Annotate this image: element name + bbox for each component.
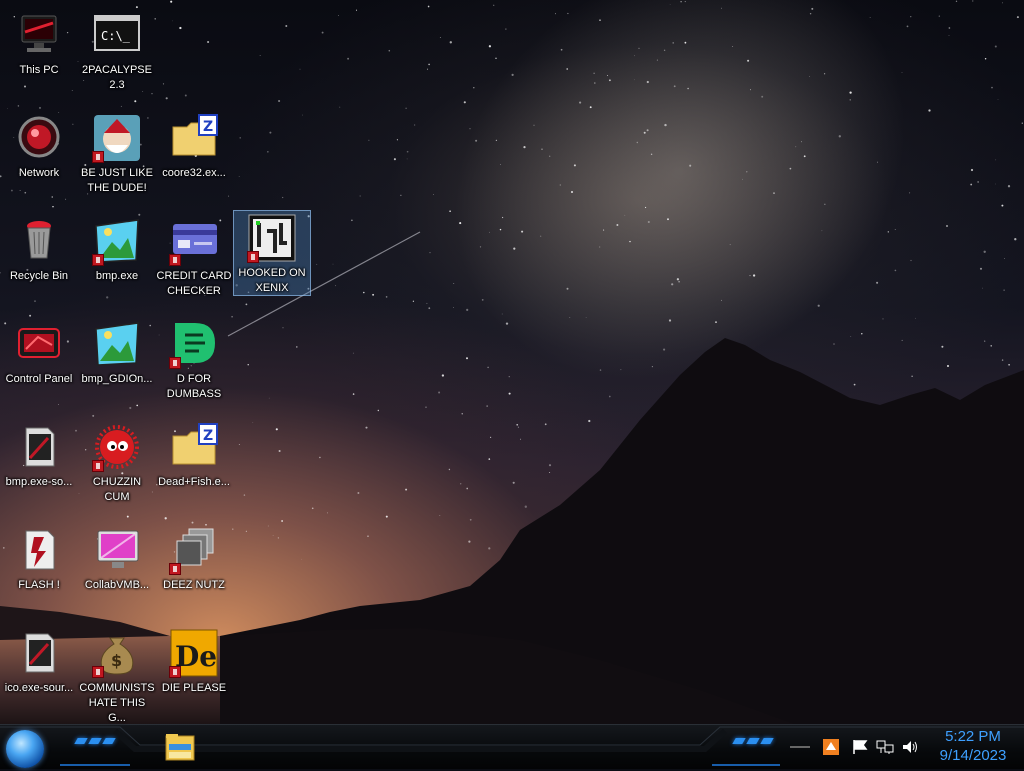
flag-icon[interactable] <box>852 739 868 755</box>
terminal-icon: C:\_ <box>92 10 142 60</box>
taskbar-accent-left <box>74 738 116 744</box>
desktop-icon-flash[interactable]: FLASH ! <box>1 523 77 593</box>
icon-label: ico.exe-sour... <box>4 682 74 694</box>
image-file-icon <box>92 216 142 266</box>
icon-label: Control Panel <box>5 373 73 385</box>
desktop-icon-recycle-bin[interactable]: Recycle Bin <box>1 214 77 284</box>
desktop-icon-ico-exe[interactable]: ico.exe-sour... <box>1 626 77 696</box>
icon-label: Recycle Bin <box>9 270 69 282</box>
maze-icon <box>247 213 297 263</box>
desktop-icon-dead-fish[interactable]: Z Dead+Fish.e... <box>156 420 232 490</box>
computer-icon <box>14 10 64 60</box>
svg-text:Z: Z <box>203 119 213 135</box>
de-logo-icon: De <box>169 628 219 678</box>
desktop-icon-be-just-like[interactable]: BE JUST LIKE THE DUDE! <box>79 111 155 196</box>
taskbar-accent-right <box>732 738 774 744</box>
money-bag-icon: $ <box>92 628 142 678</box>
recycle-bin-icon <box>14 216 64 266</box>
desktop-icon-chuzzin[interactable]: CHUZZIN CUM <box>79 420 155 505</box>
uac-shield-icon <box>169 254 181 266</box>
zip-folder-icon: Z <box>169 422 219 472</box>
control-panel-icon <box>14 319 64 369</box>
credit-card-icon <box>169 216 219 266</box>
start-button[interactable] <box>6 730 44 768</box>
uac-shield-icon <box>169 563 181 575</box>
uac-shield-icon <box>92 151 104 163</box>
desktop-icon-die-please[interactable]: De DIE PLEASE <box>156 626 232 696</box>
clock-time: 5:22 PM <box>945 728 1001 745</box>
svg-text:De: De <box>175 640 217 673</box>
red-fuzzy-creature-icon <box>92 422 142 472</box>
stacked-windows-icon <box>169 525 219 575</box>
icon-label: Network <box>18 167 60 179</box>
icon-label: CREDIT CARD CHECKER <box>156 270 232 297</box>
uac-shield-icon <box>92 460 104 472</box>
file-explorer-icon <box>165 734 195 761</box>
icon-label: This PC <box>19 64 59 76</box>
desktop-icon-coore32[interactable]: Z coore32.ex... <box>156 111 232 181</box>
desktop-icon-communists[interactable]: $ COMMUNISTS HATE THIS G... <box>79 626 155 726</box>
svg-text:Z: Z <box>203 428 213 444</box>
desktop-icon-this-pc[interactable]: This PC <box>1 8 77 78</box>
icon-label: BE JUST LIKE THE DUDE! <box>81 167 153 194</box>
show-hidden-icon[interactable] <box>790 746 810 748</box>
icon-label: coore32.ex... <box>162 167 226 179</box>
network-globe-icon <box>14 113 64 163</box>
system-tray <box>790 733 918 761</box>
uac-shield-icon <box>169 357 181 369</box>
desktop-icon-bmp-exe[interactable]: bmp.exe <box>79 214 155 284</box>
svg-text:C:\_: C:\_ <box>101 29 131 43</box>
volume-icon[interactable] <box>902 739 918 755</box>
icon-label: bmp.exe-so... <box>5 476 73 488</box>
taskbar-clock[interactable]: 5:22 PM 9/14/2023 <box>928 727 1018 765</box>
file-shortcut-icon <box>14 628 64 678</box>
taskbar-pinned-file-explorer[interactable] <box>160 730 200 766</box>
icon-label: COMMUNISTS HATE THIS G... <box>79 682 155 724</box>
icon-label: 2PACALYPSE 2.3 <box>82 64 152 91</box>
santa-icon <box>92 113 142 163</box>
clock-date: 9/14/2023 <box>939 747 1007 764</box>
file-shortcut-icon <box>14 422 64 472</box>
zip-folder-icon: Z <box>169 113 219 163</box>
uac-shield-icon <box>92 254 104 266</box>
desktop-icon-d-for[interactable]: D FOR DUMBASS <box>156 317 232 402</box>
icon-label: CHUZZIN CUM <box>92 476 142 503</box>
file-shortcut-icon <box>14 525 64 575</box>
icon-label: D FOR DUMBASS <box>166 373 222 400</box>
icon-label: Dead+Fish.e... <box>158 476 230 488</box>
desktop-icon-deez[interactable]: DEEZ NUTZ <box>156 523 232 593</box>
desktop-icon-collabvm[interactable]: CollabVMB... <box>79 523 155 593</box>
icon-label: bmp.exe <box>95 270 139 282</box>
network-icon[interactable] <box>876 739 894 755</box>
desktop-icon-2pacalypse[interactable]: C:\_ 2PACALYPSE 2.3 <box>79 8 155 93</box>
icon-label: DIE PLEASE <box>161 682 227 694</box>
image-file-icon <box>92 319 142 369</box>
desktop-icon-control-panel[interactable]: Control Panel <box>1 317 77 387</box>
icon-label: HOOKED ON XENIX <box>238 267 306 294</box>
svg-text:$: $ <box>111 651 122 670</box>
uac-shield-icon <box>92 666 104 678</box>
icon-label: FLASH ! <box>18 579 60 591</box>
desktop-icon-credit-card[interactable]: CREDIT CARD CHECKER <box>156 214 232 299</box>
green-d-icon <box>169 319 219 369</box>
uac-shield-icon <box>169 666 181 678</box>
uac-shield-icon <box>247 251 259 263</box>
monitor-app-icon <box>92 525 142 575</box>
desktop-icon-bmp-exe-so[interactable]: bmp.exe-so... <box>1 420 77 490</box>
desktop-icon-bmp-gdion[interactable]: bmp_GDIOn... <box>79 317 155 387</box>
icon-label: CollabVMB... <box>84 579 150 591</box>
desktop-icon-network[interactable]: Network <box>1 111 77 181</box>
app-tray-icon[interactable] <box>822 738 840 756</box>
icon-label: bmp_GDIOn... <box>81 373 153 385</box>
desktop-icon-hooked-on[interactable]: HOOKED ON XENIX <box>233 210 311 296</box>
icon-label: DEEZ NUTZ <box>163 579 225 591</box>
